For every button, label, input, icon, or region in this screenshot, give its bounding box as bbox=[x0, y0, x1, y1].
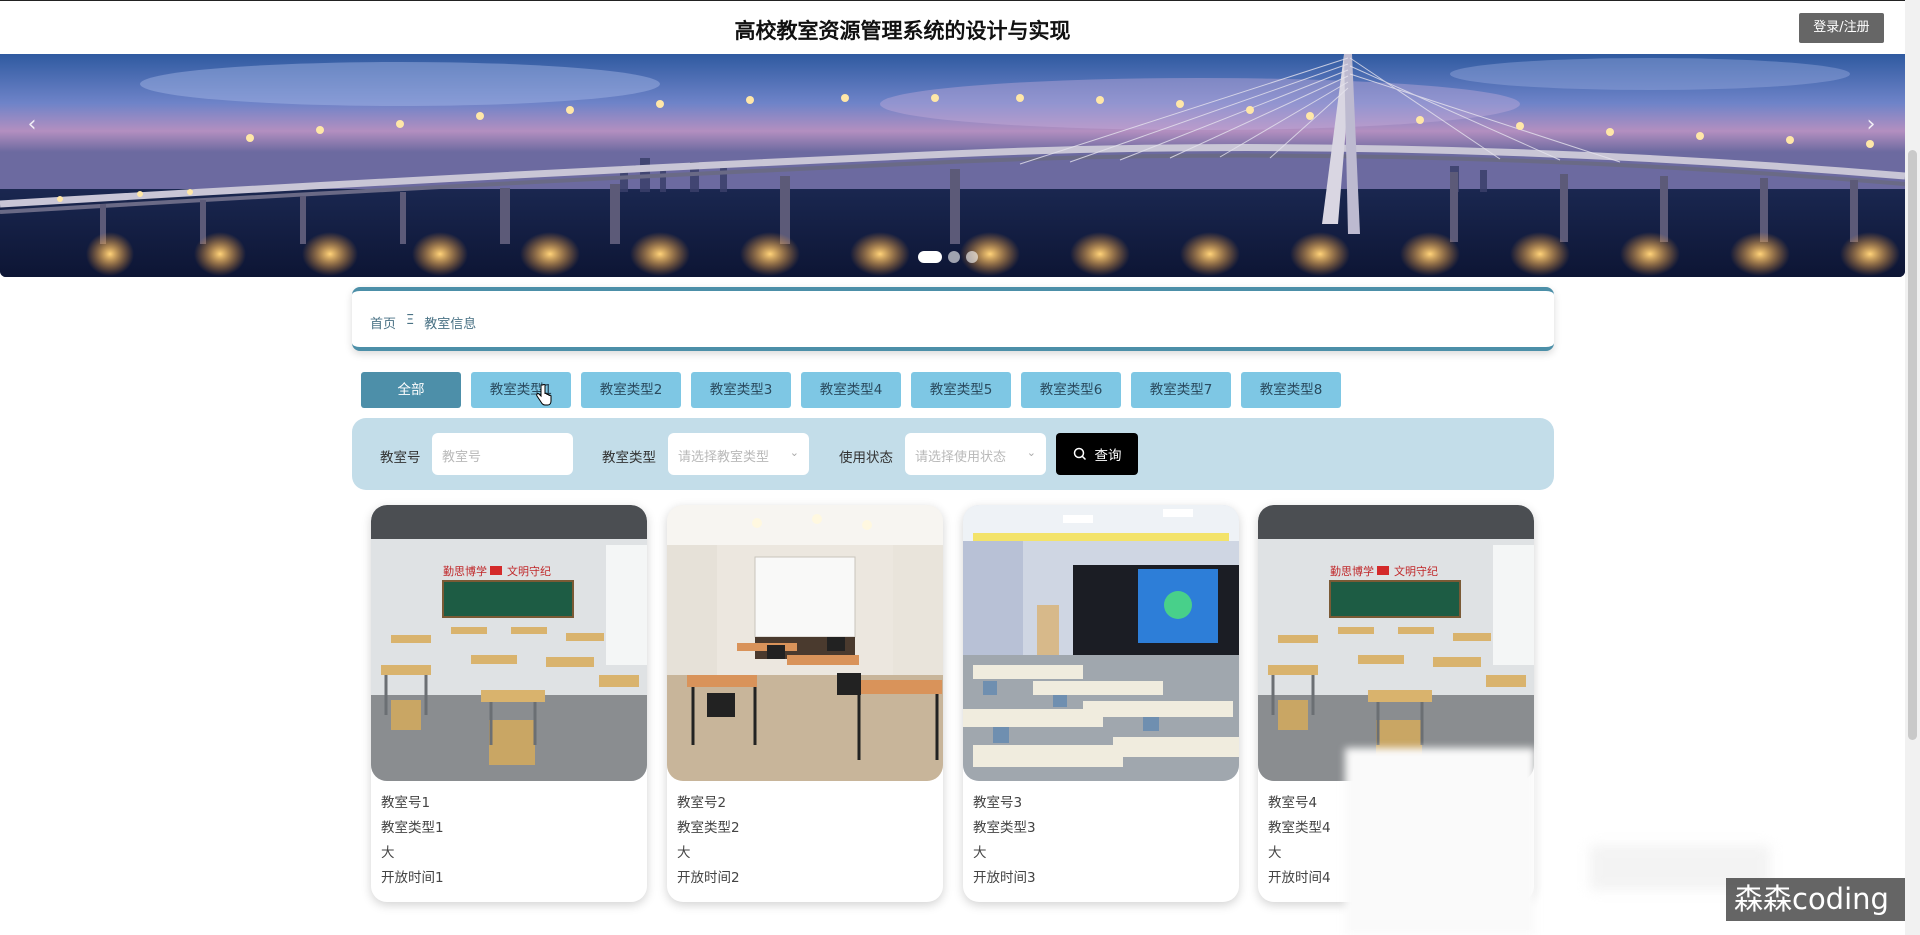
tab-type-1[interactable]: 教室类型1 bbox=[471, 372, 571, 408]
hand-pointer-icon bbox=[536, 384, 552, 406]
room-type-select[interactable]: 请选择教室类型 ⌄ bbox=[668, 433, 809, 475]
vertical-scrollbar[interactable] bbox=[1905, 0, 1920, 935]
blurred-region bbox=[1345, 748, 1535, 935]
breadcrumb-current: 教室信息 bbox=[424, 317, 477, 332]
card-room-size: 大 bbox=[677, 845, 691, 861]
carousel-dot[interactable] bbox=[918, 251, 942, 263]
usage-status-label: 使用状态 bbox=[839, 450, 893, 466]
card-room-size: 大 bbox=[381, 845, 395, 861]
card-room-size: 大 bbox=[973, 845, 987, 861]
usage-status-placeholder: 请选择使用状态 bbox=[915, 450, 1007, 465]
classroom-photo: 勤思博学 文明守纪 bbox=[371, 505, 647, 781]
card-room-number: 教室号1 bbox=[381, 795, 431, 811]
search-icon bbox=[1073, 447, 1086, 461]
card-open-time: 开放时间1 bbox=[381, 870, 444, 886]
room-number-label: 教室号 bbox=[380, 450, 421, 466]
classroom-photo bbox=[963, 505, 1239, 781]
card-room-number: 教室号2 bbox=[677, 795, 727, 811]
search-button[interactable]: 查询 bbox=[1056, 433, 1138, 475]
banner-carousel: ‹ › bbox=[0, 54, 1905, 277]
tab-type-6[interactable]: 教室类型6 bbox=[1021, 372, 1121, 408]
breadcrumb-separator-icon: Ξ bbox=[406, 313, 415, 328]
room-number-input[interactable]: 教室号 bbox=[432, 433, 573, 475]
tab-type-3[interactable]: 教室类型3 bbox=[691, 372, 791, 408]
tab-type-7[interactable]: 教室类型7 bbox=[1131, 372, 1231, 408]
card-open-time: 开放时间2 bbox=[677, 870, 740, 886]
card-room-type: 教室类型1 bbox=[381, 820, 444, 836]
card-room-number: 教室号3 bbox=[973, 795, 1023, 811]
classroom-photo bbox=[667, 505, 943, 781]
carousel-indicators bbox=[918, 251, 978, 263]
scrollbar-thumb[interactable] bbox=[1908, 150, 1917, 740]
carousel-next-icon[interactable]: › bbox=[1857, 112, 1885, 140]
card-open-time: 开放时间4 bbox=[1268, 870, 1331, 886]
search-button-label: 查询 bbox=[1094, 448, 1122, 464]
chevron-down-icon: ⌄ bbox=[1026, 446, 1036, 459]
category-tabs: 全部 教室类型1 教室类型2 教室类型3 教室类型4 教室类型5 教室类型6 教… bbox=[361, 372, 1341, 408]
carousel-dot[interactable] bbox=[948, 251, 960, 263]
card-room-type: 教室类型3 bbox=[973, 820, 1036, 836]
breadcrumb-home[interactable]: 首页 bbox=[370, 313, 396, 332]
breadcrumb: 首页 Ξ 教室信息 bbox=[370, 313, 476, 332]
tab-type-8[interactable]: 教室类型8 bbox=[1241, 372, 1341, 408]
classroom-card[interactable]: 勤思博学 文明守纪 教室号1 教室类型1 大 开放时间1 bbox=[371, 505, 647, 902]
slogan-text: 文明守纪 bbox=[1394, 564, 1438, 578]
room-type-label: 教室类型 bbox=[602, 450, 656, 466]
login-register-button[interactable]: 登录/注册 bbox=[1799, 13, 1884, 43]
tab-type-4[interactable]: 教室类型4 bbox=[801, 372, 901, 408]
slogan-text: 勤思博学 bbox=[443, 564, 487, 578]
top-header: 高校教室资源管理系统的设计与实现 登录/注册 bbox=[0, 0, 1905, 54]
usage-status-select[interactable]: 请选择使用状态 ⌄ bbox=[905, 433, 1046, 475]
breadcrumb-bar: 首页 Ξ 教室信息 bbox=[352, 287, 1554, 351]
classroom-photo: 勤思博学 文明守纪 bbox=[1258, 505, 1534, 781]
classroom-card[interactable]: 教室号3 教室类型3 大 开放时间3 bbox=[963, 505, 1239, 902]
carousel-prev-icon[interactable]: ‹ bbox=[18, 112, 46, 140]
tab-type-5[interactable]: 教室类型5 bbox=[911, 372, 1011, 408]
card-room-type: 教室类型4 bbox=[1268, 820, 1331, 836]
room-type-placeholder: 请选择教室类型 bbox=[678, 450, 770, 465]
tab-type-2[interactable]: 教室类型2 bbox=[581, 372, 681, 408]
tab-all[interactable]: 全部 bbox=[361, 372, 461, 408]
slogan-text: 勤思博学 bbox=[1330, 564, 1374, 578]
search-filter-bar: 教室号 教室号 教室类型 请选择教室类型 ⌄ 使用状态 请选择使用状态 ⌄ 查询 bbox=[352, 418, 1554, 490]
card-open-time: 开放时间3 bbox=[973, 870, 1036, 886]
bridge-night-photo bbox=[0, 54, 1905, 277]
card-room-type: 教室类型2 bbox=[677, 820, 740, 836]
page: 高校教室资源管理系统的设计与实现 登录/注册 ‹ › 首页 Ξ 教室信息 全部 … bbox=[0, 0, 1920, 935]
card-room-number: 教室号4 bbox=[1268, 795, 1318, 811]
classroom-card[interactable]: 教室号2 教室类型2 大 开放时间2 bbox=[667, 505, 943, 902]
site-title: 高校教室资源管理系统的设计与实现 bbox=[734, 19, 1071, 43]
chevron-down-icon: ⌄ bbox=[789, 446, 799, 459]
watermark-label: 森森coding bbox=[1726, 878, 1905, 921]
slogan-text: 文明守纪 bbox=[507, 564, 551, 578]
card-room-size: 大 bbox=[1268, 845, 1282, 861]
carousel-dot[interactable] bbox=[966, 251, 978, 263]
